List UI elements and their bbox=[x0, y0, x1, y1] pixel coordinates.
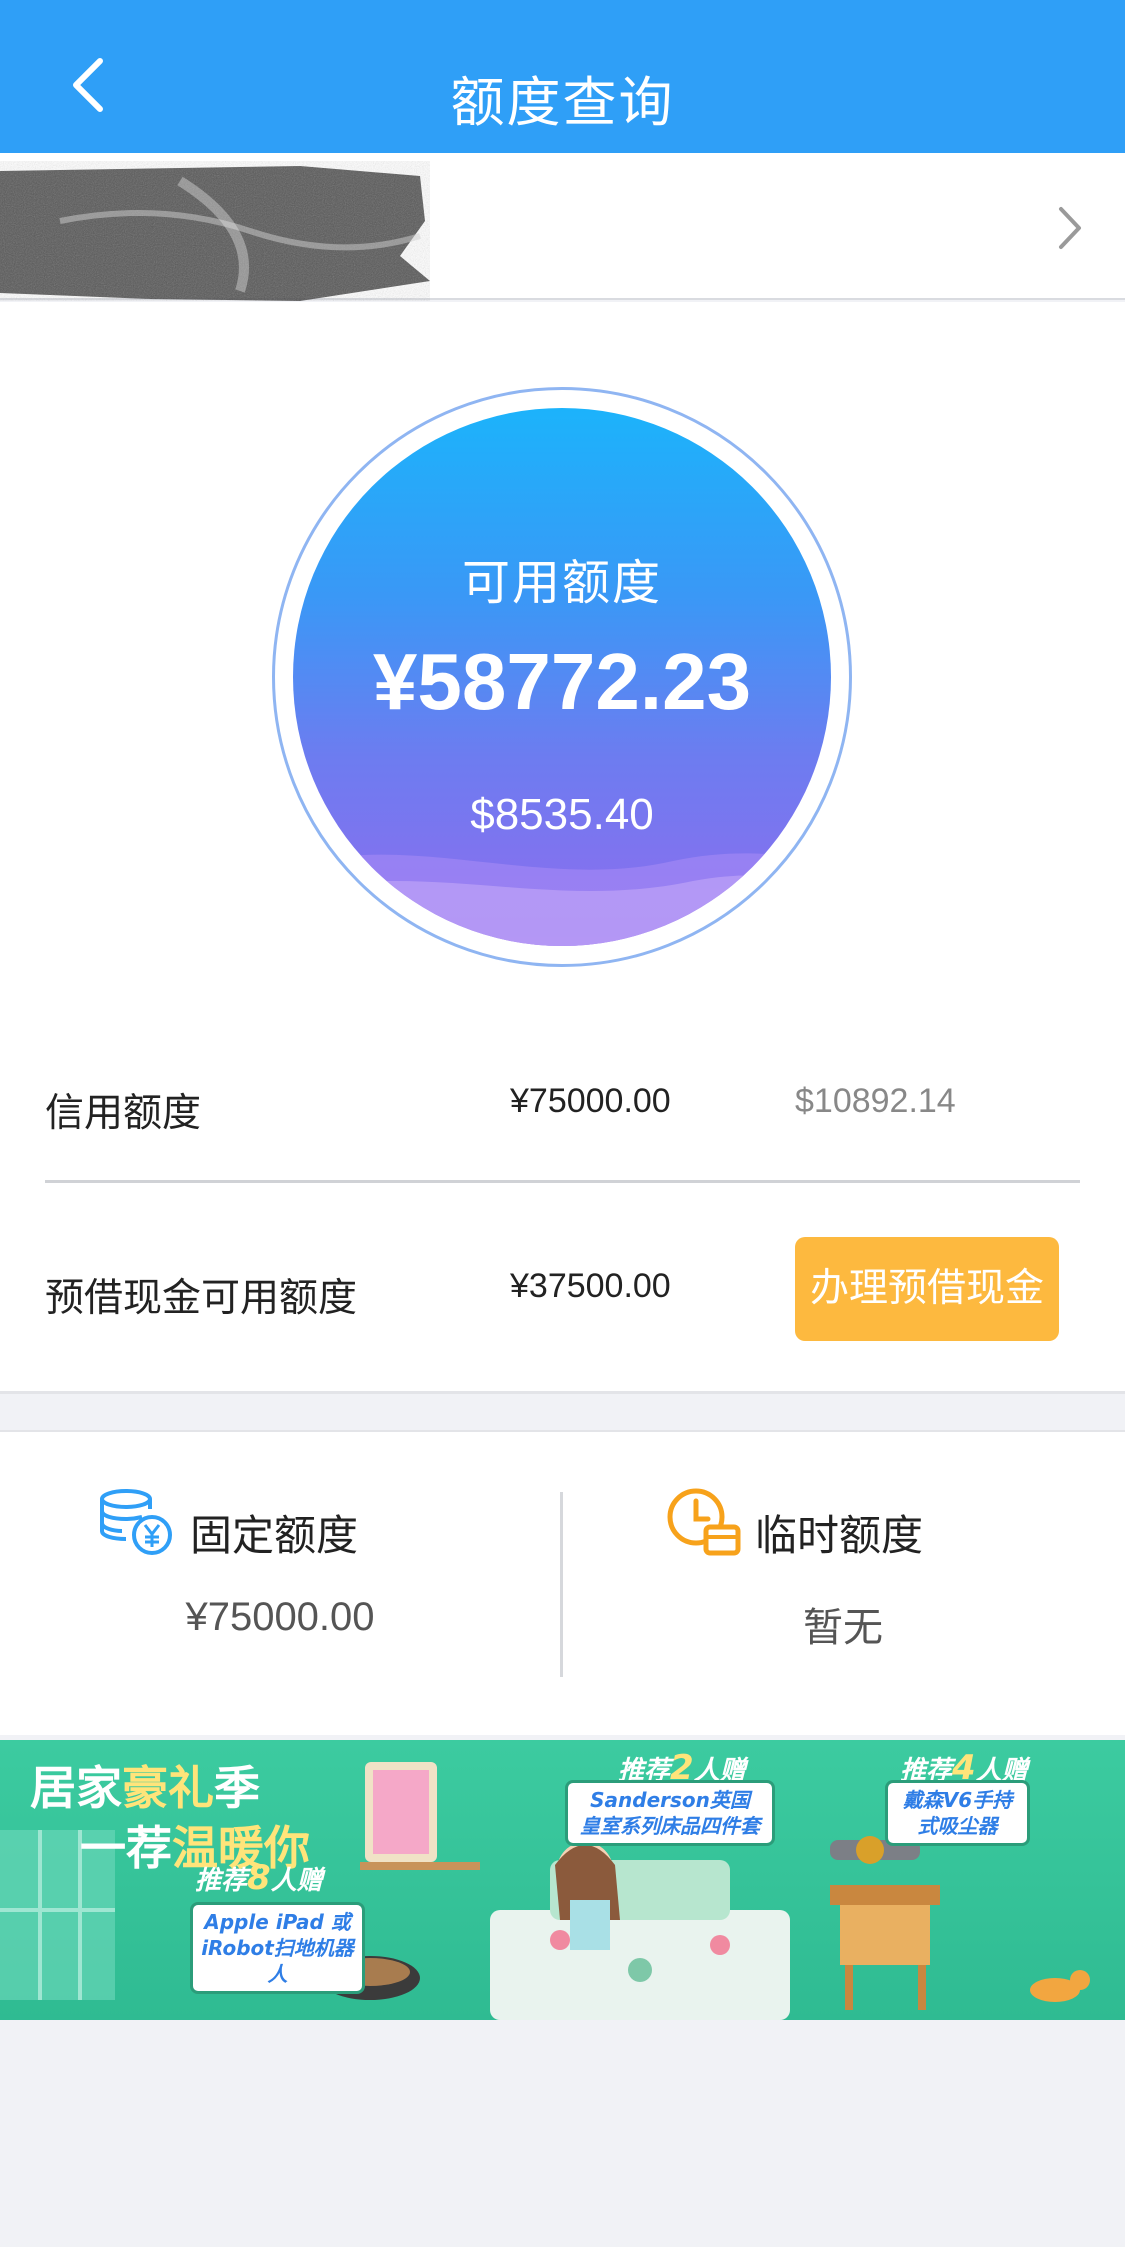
available-credit-circle: 可用额度 ¥58772.23 $8535.40 bbox=[293, 408, 831, 946]
cash-advance-cny: ¥37500.00 bbox=[510, 1267, 671, 1305]
promo-banner[interactable]: 居家豪礼季 一荐温暖你 推荐8人赠 Apple iPad 或 iRobot扫地机器… bbox=[0, 1740, 1125, 2020]
temporary-limit-value: 暂无 bbox=[803, 1606, 883, 1650]
page-title: 额度查询 bbox=[450, 71, 675, 134]
account-selector-row[interactable] bbox=[0, 153, 1125, 301]
chevron-right-icon bbox=[1059, 207, 1081, 249]
available-credit-usd: $8535.40 bbox=[470, 790, 654, 839]
banner-slogan-line1: 居家豪礼季 bbox=[30, 1761, 260, 1815]
apply-cash-advance-button[interactable]: 办理预借现金 bbox=[795, 1237, 1059, 1341]
fixed-limit-value: ¥75000.00 bbox=[185, 1595, 375, 1639]
row-divider bbox=[45, 1180, 1080, 1183]
promo-3-gift: 戴森V6手持 式吸尘器 bbox=[885, 1780, 1030, 1846]
credit-limit-row: 信用额度 ¥75000.00 $10892.14 bbox=[45, 1082, 1080, 1202]
available-credit-label: 可用额度 bbox=[461, 555, 662, 611]
limits-panel: 固定额度 ¥75000.00 临时额度 暂无 bbox=[0, 1430, 1125, 1735]
fixed-limit-label: 固定额度 bbox=[190, 1511, 359, 1560]
temporary-limit-label: 临时额度 bbox=[755, 1511, 924, 1560]
promo-1-heading: 推荐8人赠 bbox=[195, 1858, 323, 1898]
fixed-limit-section: 固定额度 ¥75000.00 bbox=[0, 1432, 560, 1737]
redacted-scribble bbox=[0, 166, 430, 301]
clock-card-icon bbox=[667, 1488, 741, 1556]
credit-overview-panel: 可用额度 ¥58772.23 $8535.40 信用额度 ¥75000.00 $… bbox=[0, 302, 1125, 1394]
credit-limit-usd: $10892.14 bbox=[795, 1082, 956, 1120]
available-credit-cny: ¥58772.23 bbox=[372, 637, 752, 726]
promo-2-gift: Sanderson英国 皇室系列床品四件套 bbox=[565, 1780, 775, 1846]
temporary-limit-section: 临时额度 暂无 bbox=[563, 1432, 1123, 1737]
credit-limit-label: 信用额度 bbox=[45, 1091, 202, 1136]
top-nav-bar: 额度查询 bbox=[0, 0, 1125, 153]
wave-decoration bbox=[293, 853, 831, 946]
cash-advance-label: 预借现金可用额度 bbox=[45, 1276, 358, 1321]
credit-limit-cny: ¥75000.00 bbox=[510, 1082, 671, 1120]
coins-yuan-icon bbox=[100, 1489, 172, 1555]
promo-1-gift: Apple iPad 或 iRobot扫地机器人 bbox=[190, 1902, 365, 1994]
